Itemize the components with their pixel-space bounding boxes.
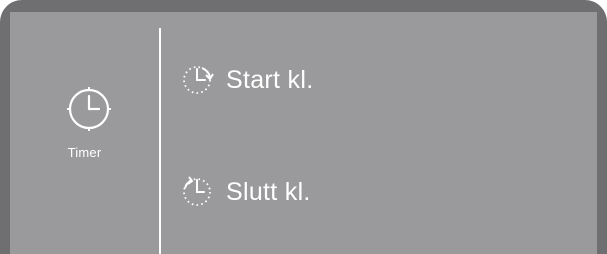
panel-divider (159, 28, 161, 254)
timer-label: Timer (67, 145, 102, 160)
end-time-label: Slutt kl. (226, 177, 311, 206)
start-time-label: Start kl. (226, 65, 314, 94)
timer-panel: Timer (10, 12, 159, 254)
start-time-option[interactable]: Start kl. (180, 60, 313, 100)
display-frame: Timer Start kl. Slutt kl. (0, 0, 607, 254)
start-time-icon (183, 66, 214, 94)
display-screen: Timer Start kl. Slutt kl. (10, 12, 597, 254)
end-time-icon (183, 176, 211, 206)
end-time-option[interactable]: Slutt kl. (180, 172, 311, 212)
clock-icon (67, 87, 111, 131)
